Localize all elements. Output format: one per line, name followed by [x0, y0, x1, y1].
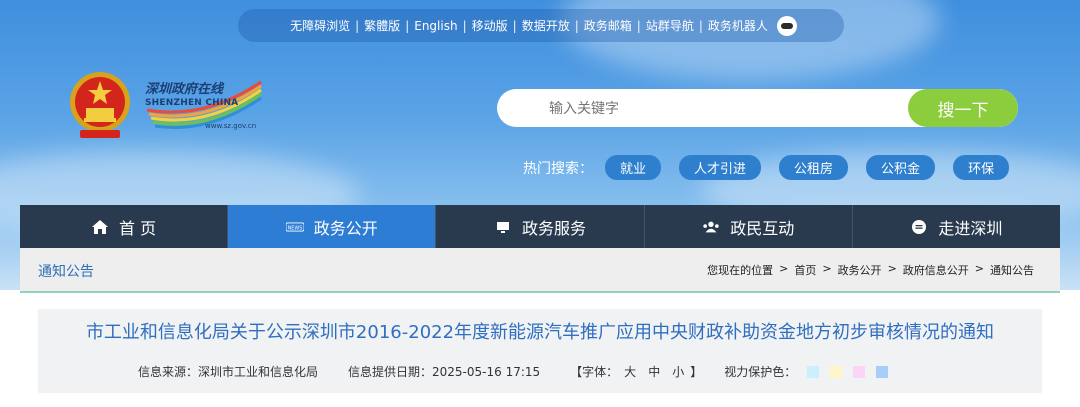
font-size-close: 】 [690, 365, 703, 379]
breadcrumb-bar: 通知公告 您现在的位置 > 首页 > 政务公开 > 政府信息公开 > 通知公告 [20, 248, 1060, 293]
logo-url: www.sz.gov.cn [205, 122, 257, 130]
link-gov-mail[interactable]: 政务邮箱 [579, 17, 637, 34]
nav-home[interactable]: 首 页 [20, 205, 229, 248]
info-icon [910, 218, 928, 236]
article-title: 市工业和信息化局关于公示深圳市2016-2022年度新能源汽车推广应用中央财政补… [85, 322, 995, 343]
hot-tag-housing-fund[interactable]: 公积金 [866, 155, 936, 180]
svg-text:NEWS: NEWS [287, 225, 302, 231]
font-size-large[interactable]: 大 [624, 363, 636, 380]
font-size-medium[interactable]: 中 [648, 363, 660, 380]
hot-search: 热门搜索： 就业 人才引进 公租房 公积金 环保 [523, 155, 1010, 180]
hot-tag-talent[interactable]: 人才引进 [679, 155, 762, 180]
nav-gov-services[interactable]: 政务服务 [436, 205, 645, 248]
nav-gov-affairs-label: 政务公开 [313, 218, 378, 238]
main-nav: 首 页 NEWS 政务公开 政务服务 政民互动 走进深圳 [20, 205, 1060, 248]
article-source: 信息来源：深圳市工业和信息化局 [138, 365, 319, 379]
link-traditional[interactable]: 繁體版 [359, 17, 405, 34]
article-area: 市工业和信息化局关于公示深圳市2016-2022年度新能源汽车推广应用中央财政补… [20, 293, 1060, 407]
eye-color-pink[interactable] [853, 365, 866, 378]
eye-color-blue[interactable] [807, 365, 820, 378]
hot-tag-environment[interactable]: 环保 [953, 155, 1010, 180]
nav-about-shenzhen-label: 走进深圳 [938, 218, 1003, 238]
link-english[interactable]: English [409, 19, 462, 33]
breadcrumb-home[interactable]: 首页 [794, 262, 816, 278]
link-mobile[interactable]: 移动版 [467, 17, 513, 34]
nav-interaction[interactable]: 政民互动 [645, 205, 853, 248]
article-meta: 信息来源：深圳市工业和信息化局 信息提供日期：2025-05-16 17:15 … [138, 363, 889, 380]
site-logo[interactable]: 深圳政府在线 SHENZHEN CHINA [145, 78, 238, 108]
section-title: 通知公告 [38, 264, 94, 280]
top-links-bar: 无障碍浏览 | 繁體版 | English | 移动版 | 数据开放 | 政务邮箱 | 站群… [238, 9, 844, 42]
nav-home-label: 首 页 [119, 218, 157, 238]
nav-about-shenzhen[interactable]: 走进深圳 [853, 205, 1060, 248]
breadcrumb: 您现在的位置 > 首页 > 政务公开 > 政府信息公开 > 通知公告 [707, 262, 1034, 278]
link-site-nav[interactable]: 站群导航 [641, 17, 699, 34]
breadcrumb-info-disclosure[interactable]: 政府信息公开 [903, 262, 969, 278]
national-emblem-icon [70, 72, 130, 138]
robot-icon[interactable] [776, 15, 797, 36]
article-header: 市工业和信息化局关于公示深圳市2016-2022年度新能源汽车推广应用中央财政补… [38, 309, 1042, 393]
link-open-data[interactable]: 数据开放 [517, 17, 575, 34]
nav-gov-affairs[interactable]: NEWS 政务公开 [228, 205, 437, 248]
nav-interaction-label: 政民互动 [730, 218, 795, 238]
hot-tag-employment[interactable]: 就业 [605, 155, 662, 180]
link-gov-robot[interactable]: 政务机器人 [703, 17, 773, 34]
article-date: 信息提供日期：2025-05-16 17:15 [348, 365, 541, 379]
eye-care-label: 视力保护色： [724, 365, 797, 379]
font-size-label: 【字体： [570, 365, 619, 379]
font-size-small[interactable]: 小 [672, 363, 684, 380]
hot-tag-public-housing[interactable]: 公租房 [779, 155, 849, 180]
search-box: 搜一下 [497, 89, 1018, 127]
link-accessibility[interactable]: 无障碍浏览 [285, 17, 355, 34]
eye-color-yellow[interactable] [830, 365, 843, 378]
breadcrumb-prefix: 您现在的位置 [707, 264, 774, 277]
logo-chinese-name: 深圳政府在线 [145, 82, 224, 97]
search-input[interactable] [497, 89, 951, 127]
monitor-icon [494, 218, 512, 236]
nav-gov-services-label: 政务服务 [522, 218, 587, 238]
eye-color-sky[interactable] [876, 365, 889, 378]
hot-search-label: 热门搜索： [523, 160, 593, 177]
breadcrumb-notices[interactable]: 通知公告 [990, 262, 1034, 278]
people-icon [702, 218, 720, 236]
news-icon: NEWS [285, 218, 304, 236]
home-icon [91, 218, 109, 236]
logo-english-name: SHENZHEN CHINA [145, 98, 239, 108]
search-button[interactable]: 搜一下 [908, 89, 1018, 127]
breadcrumb-gov-affairs[interactable]: 政务公开 [838, 262, 882, 278]
